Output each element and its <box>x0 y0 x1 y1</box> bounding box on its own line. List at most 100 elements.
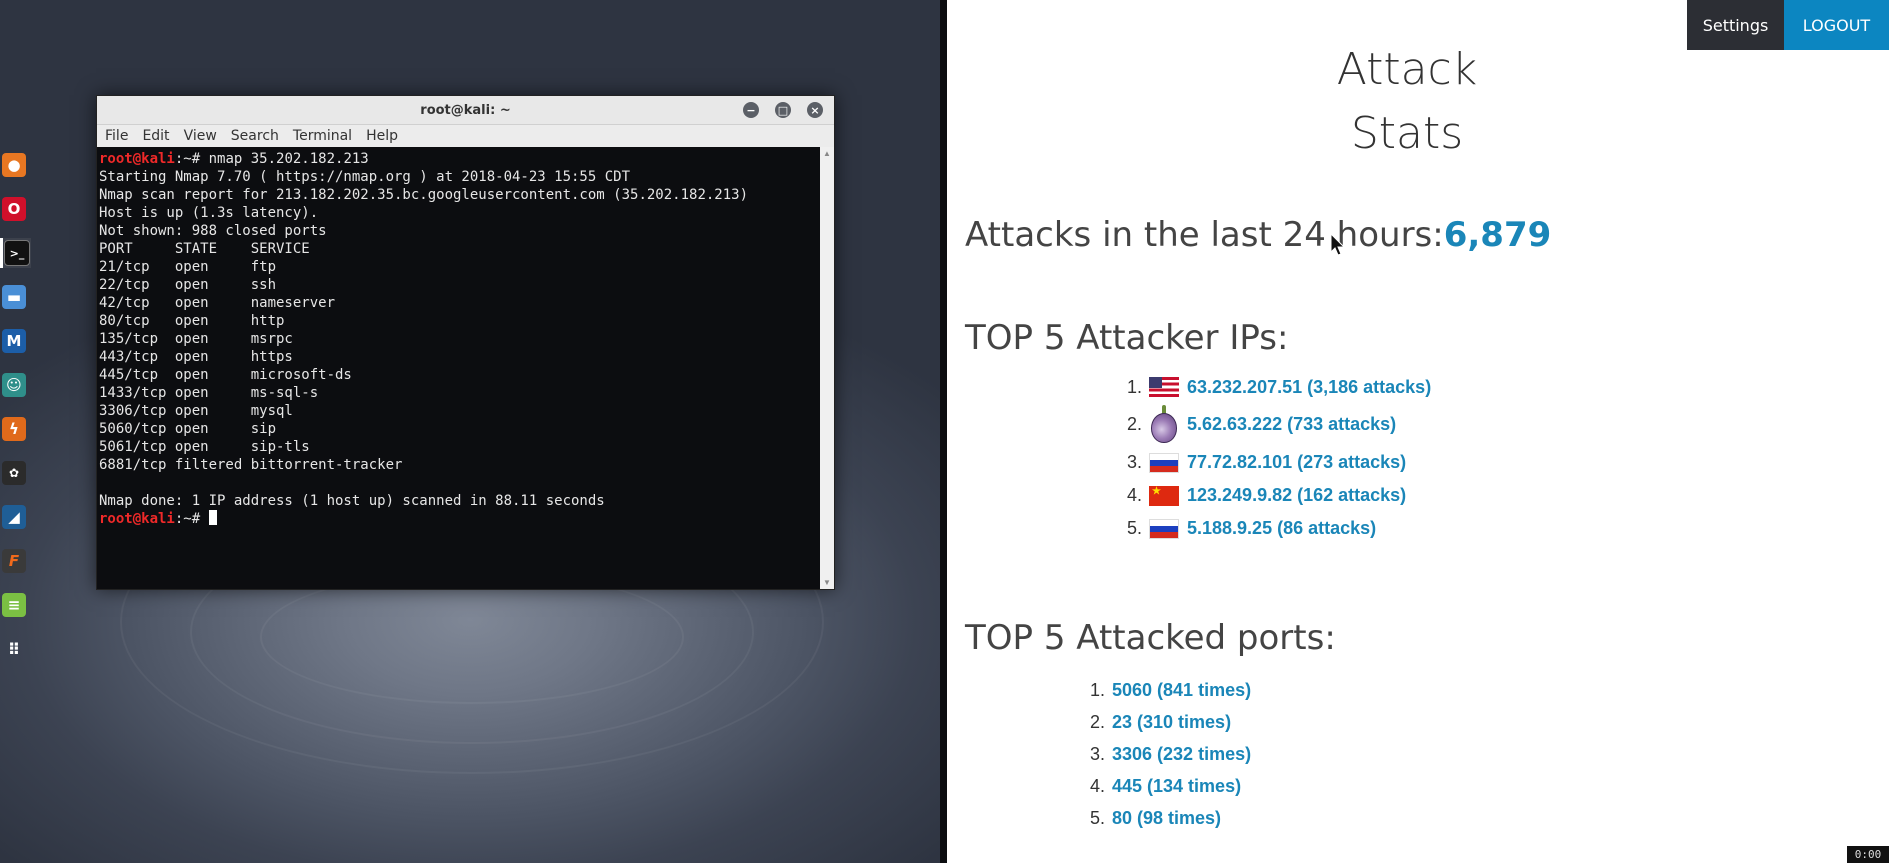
maximize-icon[interactable]: □ <box>775 102 791 118</box>
terminal-line: 6881/tcp filtered bittorrent-tracker <box>99 457 403 473</box>
terminal-line: 21/tcp open ftp <box>99 259 277 275</box>
attacker-ip-link[interactable]: 77.72.82.101 (273 attacks) <box>1187 452 1406 473</box>
dock-burpsuite[interactable]: ϟ <box>0 414 28 444</box>
dock-opera[interactable]: O <box>0 194 28 224</box>
terminal-line: 443/tcp open https <box>99 349 293 365</box>
list-rank: 5. <box>1090 807 1106 828</box>
list-rank: 3. <box>1127 452 1143 472</box>
attack-stats-page: Settings LOGOUT Attack Stats Attacks in … <box>947 0 1889 863</box>
attacked-port-link[interactable]: 23 (310 times) <box>1112 712 1231 733</box>
list-item: 3. 3306 (232 times) <box>1090 738 1251 770</box>
list-rank: 3. <box>1090 743 1106 764</box>
background-ring <box>260 570 684 704</box>
maltego-icon: ✿ <box>2 461 26 485</box>
list-rank: 1. <box>1127 376 1143 397</box>
dock-leafpad[interactable]: ≡ <box>0 590 28 620</box>
terminal-line: Starting Nmap 7.70 ( https://nmap.org ) … <box>99 169 631 185</box>
dock-faraday[interactable]: F <box>0 546 28 576</box>
page-title: Attack Stats <box>1247 38 1567 166</box>
attacks-24h-label: Attacks in the last 24 hours: <box>965 215 1444 255</box>
attacker-ip-link[interactable]: 5.188.9.25 (86 attacks) <box>1187 518 1376 539</box>
dock-app-grid[interactable]: ⠿ <box>0 634 28 664</box>
top-ports-heading: TOP 5 Attacked ports: <box>965 618 1336 658</box>
list-item: 2. 5.62.63.222 (733 attacks) <box>1127 402 1431 446</box>
minimize-icon[interactable]: − <box>743 102 759 118</box>
terminal-window[interactable]: root@kali: ~ − □ × File Edit View Search… <box>96 95 835 590</box>
menu-edit[interactable]: Edit <box>142 128 169 144</box>
prompt-user: root@kali <box>99 511 175 527</box>
terminal-menubar: File Edit View Search Terminal Help <box>97 125 834 148</box>
cn-flag-icon <box>1149 485 1179 506</box>
attacked-port-link[interactable]: 5060 (841 times) <box>1112 680 1251 701</box>
list-item: 5. 5.188.9.25 (86 attacks) <box>1127 512 1431 545</box>
dock-metasploit[interactable]: M <box>0 326 28 356</box>
top-ips-heading: TOP 5 Attacker IPs: <box>965 318 1289 358</box>
top-ports-list: 1. 5060 (841 times) 2. 23 (310 times) 3. 33… <box>1090 674 1251 834</box>
dock-firefox[interactable]: ● <box>0 150 28 180</box>
command-text: nmap 35.202.182.213 <box>200 151 369 167</box>
terminal-output[interactable]: root@kali:~# nmap 35.202.182.213 Startin… <box>97 147 820 589</box>
list-rank: 1. <box>1090 679 1106 700</box>
terminal-line: Host is up (1.3s latency). <box>99 205 319 221</box>
us-flag-icon <box>1149 377 1179 397</box>
leafpad-icon: ≡ <box>2 593 26 617</box>
dock-wireshark[interactable]: ◢ <box>0 502 28 532</box>
settings-button[interactable]: Settings <box>1687 0 1784 50</box>
attacked-port-link[interactable]: 445 (134 times) <box>1112 776 1241 797</box>
list-item: 3. 77.72.82.101 (273 attacks) <box>1127 446 1431 479</box>
list-rank: 2. <box>1090 711 1106 732</box>
dock-armitage[interactable]: ☺ <box>0 370 28 400</box>
menu-terminal[interactable]: Terminal <box>293 128 352 144</box>
list-item: 1. 63.232.207.51 (3,186 attacks) <box>1127 372 1431 402</box>
burpsuite-icon: ϟ <box>2 417 26 441</box>
attacker-ip-link[interactable]: 123.249.9.82 (162 attacks) <box>1187 485 1406 506</box>
files-icon: ▬ <box>2 285 26 309</box>
screen-divider <box>940 0 947 863</box>
terminal-line: PORT STATE SERVICE <box>99 241 310 257</box>
menu-search[interactable]: Search <box>231 128 279 144</box>
list-item: 5. 80 (98 times) <box>1090 802 1251 834</box>
prompt-suffix: :~# <box>174 511 201 527</box>
scroll-down-icon[interactable]: ▼ <box>823 578 831 587</box>
logout-button[interactable]: LOGOUT <box>1784 0 1889 50</box>
faraday-icon: F <box>2 549 26 573</box>
wireshark-icon: ◢ <box>2 505 26 529</box>
ru-flag-icon <box>1149 518 1179 539</box>
attacks-24h-count: 6,879 <box>1443 215 1552 255</box>
ru-flag-icon <box>1149 452 1179 473</box>
scroll-up-icon[interactable]: ▲ <box>823 149 831 158</box>
attacker-ip-link[interactable]: 5.62.63.222 (733 attacks) <box>1187 414 1396 435</box>
list-rank: 4. <box>1090 775 1106 796</box>
terminal-line: 5061/tcp open sip-tls <box>99 439 310 455</box>
list-item: 4. 123.249.9.82 (162 attacks) <box>1127 479 1431 512</box>
terminal-line: Nmap scan report for 213.182.202.35.bc.g… <box>99 187 749 203</box>
clock: 0:00 <box>1847 846 1889 863</box>
app-grid-icon: ⠿ <box>7 639 21 659</box>
terminal-line: 445/tcp open microsoft-ds <box>99 367 352 383</box>
dock-terminal[interactable]: >_ <box>0 238 31 268</box>
firefox-icon: ● <box>2 153 26 177</box>
attacked-port-link[interactable]: 80 (98 times) <box>1112 808 1221 829</box>
terminal-line: 3306/tcp open mysql <box>99 403 293 419</box>
dock: ● O >_ ▬ M ☺ ϟ ✿ ◢ F ≡ ⠿ <box>0 150 31 678</box>
attacked-port-link[interactable]: 3306 (232 times) <box>1112 744 1251 765</box>
terminal-titlebar[interactable]: root@kali: ~ − □ × <box>97 96 834 125</box>
terminal-title: root@kali: ~ <box>420 103 511 118</box>
terminal-command-line: root@kali:~# nmap 35.202.182.213 <box>99 150 818 168</box>
list-rank: 5. <box>1127 518 1143 538</box>
opera-icon: O <box>2 197 26 221</box>
dock-maltego[interactable]: ✿ <box>0 458 28 488</box>
menu-view[interactable]: View <box>184 128 217 144</box>
menu-help[interactable]: Help <box>366 128 398 144</box>
dock-files[interactable]: ▬ <box>0 282 28 312</box>
close-icon[interactable]: × <box>807 102 823 118</box>
prompt-user: root@kali <box>99 151 175 167</box>
menu-file[interactable]: File <box>105 128 128 144</box>
attacker-ip-link[interactable]: 63.232.207.51 (3,186 attacks) <box>1187 377 1431 398</box>
terminal-icon: >_ <box>4 240 30 266</box>
attacks-24h-summary: Attacks in the last 24 hours:6,879 <box>965 215 1551 255</box>
prompt-suffix: :~# <box>174 151 201 167</box>
terminal-scrollbar[interactable]: ▲ ▼ <box>820 147 834 589</box>
list-item: 4. 445 (134 times) <box>1090 770 1251 802</box>
